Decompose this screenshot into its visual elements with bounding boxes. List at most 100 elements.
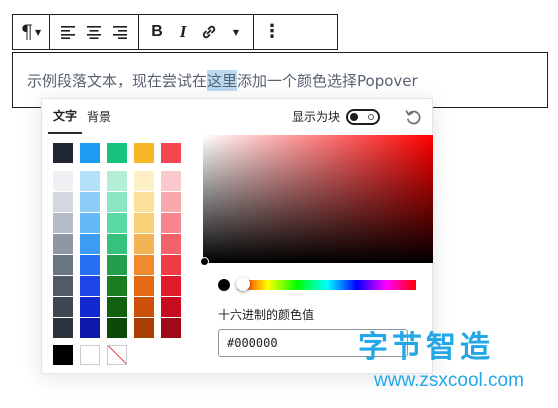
swatch-shade[interactable] (161, 213, 181, 233)
tab-text-color[interactable]: 文字 (48, 99, 83, 134)
swatch-primary-3[interactable] (107, 143, 127, 163)
show-as-block-toggle[interactable] (346, 108, 380, 125)
swatch-shade[interactable] (134, 318, 154, 338)
bold-button[interactable]: B (145, 18, 169, 46)
selected-text: 这里 (207, 69, 238, 91)
popover-header: 文字 背景 显示为块 (42, 99, 432, 134)
saturation-handle[interactable] (200, 257, 209, 266)
swatch-shade[interactable] (134, 276, 154, 296)
swatch-primary-2[interactable] (80, 143, 100, 163)
watermark: 字节智造 www.zsxcool.com (352, 322, 552, 402)
swatch-shade[interactable] (161, 276, 181, 296)
align-center-icon (87, 26, 101, 39)
more-formats-button[interactable]: ▼ (223, 18, 247, 46)
swatch-shade[interactable] (107, 276, 127, 296)
swatch-shade[interactable] (53, 171, 73, 191)
swatch-primary-1[interactable] (53, 143, 73, 163)
shade-row (53, 255, 195, 275)
toggle-off-indicator (368, 113, 374, 120)
swatch-shade[interactable] (107, 297, 127, 317)
more-vertical-icon: ⋮ (263, 21, 281, 42)
swatch-shade[interactable] (53, 234, 73, 254)
swatch-shade[interactable] (53, 213, 73, 233)
italic-button[interactable]: I (171, 18, 195, 46)
swatch-shade[interactable] (53, 192, 73, 212)
swatch-shade[interactable] (107, 171, 127, 191)
shade-row (53, 192, 195, 212)
align-left-icon (61, 26, 75, 39)
swatch-shade[interactable] (80, 297, 100, 317)
shade-row (53, 213, 195, 233)
swatch-shade[interactable] (161, 192, 181, 212)
current-color-preview (218, 279, 230, 291)
link-button[interactable] (197, 18, 221, 46)
hue-slider[interactable] (236, 277, 416, 291)
swatch-shade[interactable] (107, 318, 127, 338)
pilcrow-icon: ¶ (20, 21, 33, 43)
watermark-url: www.zsxcool.com (374, 370, 524, 391)
align-center-button[interactable] (82, 18, 106, 46)
shade-row (53, 318, 195, 338)
block-type-group: ¶ ▼ (13, 15, 50, 49)
align-right-button[interactable] (108, 18, 132, 46)
swatch-no-color[interactable] (107, 345, 127, 365)
swatch-shade[interactable] (161, 234, 181, 254)
reset-icon[interactable] (404, 108, 422, 126)
swatch-shade[interactable] (107, 192, 127, 212)
swatch-shade[interactable] (80, 276, 100, 296)
swatch-shade[interactable] (161, 171, 181, 191)
swatch-black[interactable] (53, 345, 73, 365)
swatch-shade[interactable] (134, 171, 154, 191)
swatch-shade[interactable] (53, 318, 73, 338)
swatch-shade[interactable] (107, 255, 127, 275)
color-palette (53, 143, 195, 365)
show-as-block: 显示为块 (292, 99, 380, 134)
caret-down-icon: ▼ (34, 27, 42, 37)
swatch-shade[interactable] (134, 297, 154, 317)
swatch-shade[interactable] (53, 255, 73, 275)
format-group: B I ▼ (139, 15, 254, 49)
chevron-down-icon: ▼ (232, 27, 240, 37)
swatch-shade[interactable] (80, 192, 100, 212)
swatch-shade[interactable] (107, 213, 127, 233)
link-icon (202, 25, 216, 39)
shade-swatches (53, 171, 195, 338)
swatch-shade[interactable] (134, 192, 154, 212)
swatch-shade[interactable] (53, 297, 73, 317)
alignment-group (50, 15, 139, 49)
show-as-block-label: 显示为块 (291, 110, 340, 124)
paragraph-button[interactable]: ¶ ▼ (19, 18, 43, 46)
swatch-shade[interactable] (80, 318, 100, 338)
basic-swatch-row (53, 345, 195, 365)
swatch-shade[interactable] (161, 297, 181, 317)
swatch-shade[interactable] (80, 255, 100, 275)
shade-row (53, 171, 195, 191)
swatch-shade[interactable] (134, 234, 154, 254)
swatch-shade[interactable] (80, 171, 100, 191)
swatch-white[interactable] (80, 345, 100, 365)
saturation-area[interactable] (200, 135, 433, 266)
hue-slider-handle[interactable] (236, 277, 250, 291)
paragraph-text-before: 示例段落文本，现在尝试在 (27, 71, 208, 90)
swatch-shade[interactable] (161, 255, 181, 275)
more-options-button[interactable]: ⋮ (260, 18, 284, 46)
primary-swatch-row (53, 143, 195, 163)
swatch-shade[interactable] (107, 234, 127, 254)
swatch-shade[interactable] (134, 255, 154, 275)
shade-row (53, 234, 195, 254)
swatch-primary-4[interactable] (134, 143, 154, 163)
hex-label: 十六进制的颜色值 (218, 308, 315, 322)
align-left-button[interactable] (56, 18, 80, 46)
swatch-shade[interactable] (53, 276, 73, 296)
swatch-shade[interactable] (161, 318, 181, 338)
swatch-shade[interactable] (80, 234, 100, 254)
swatch-primary-5[interactable] (161, 143, 181, 163)
swatch-shade[interactable] (80, 213, 100, 233)
watermark-title: 字节智造 (358, 330, 494, 365)
bold-icon: B (151, 23, 163, 40)
tab-background-color[interactable]: 背景 (82, 99, 116, 134)
shade-row (53, 297, 195, 317)
options-group: ⋮ (254, 15, 290, 49)
swatch-shade[interactable] (134, 213, 154, 233)
block-toolbar: ¶ ▼ B I ▼ ⋮ (12, 14, 338, 50)
